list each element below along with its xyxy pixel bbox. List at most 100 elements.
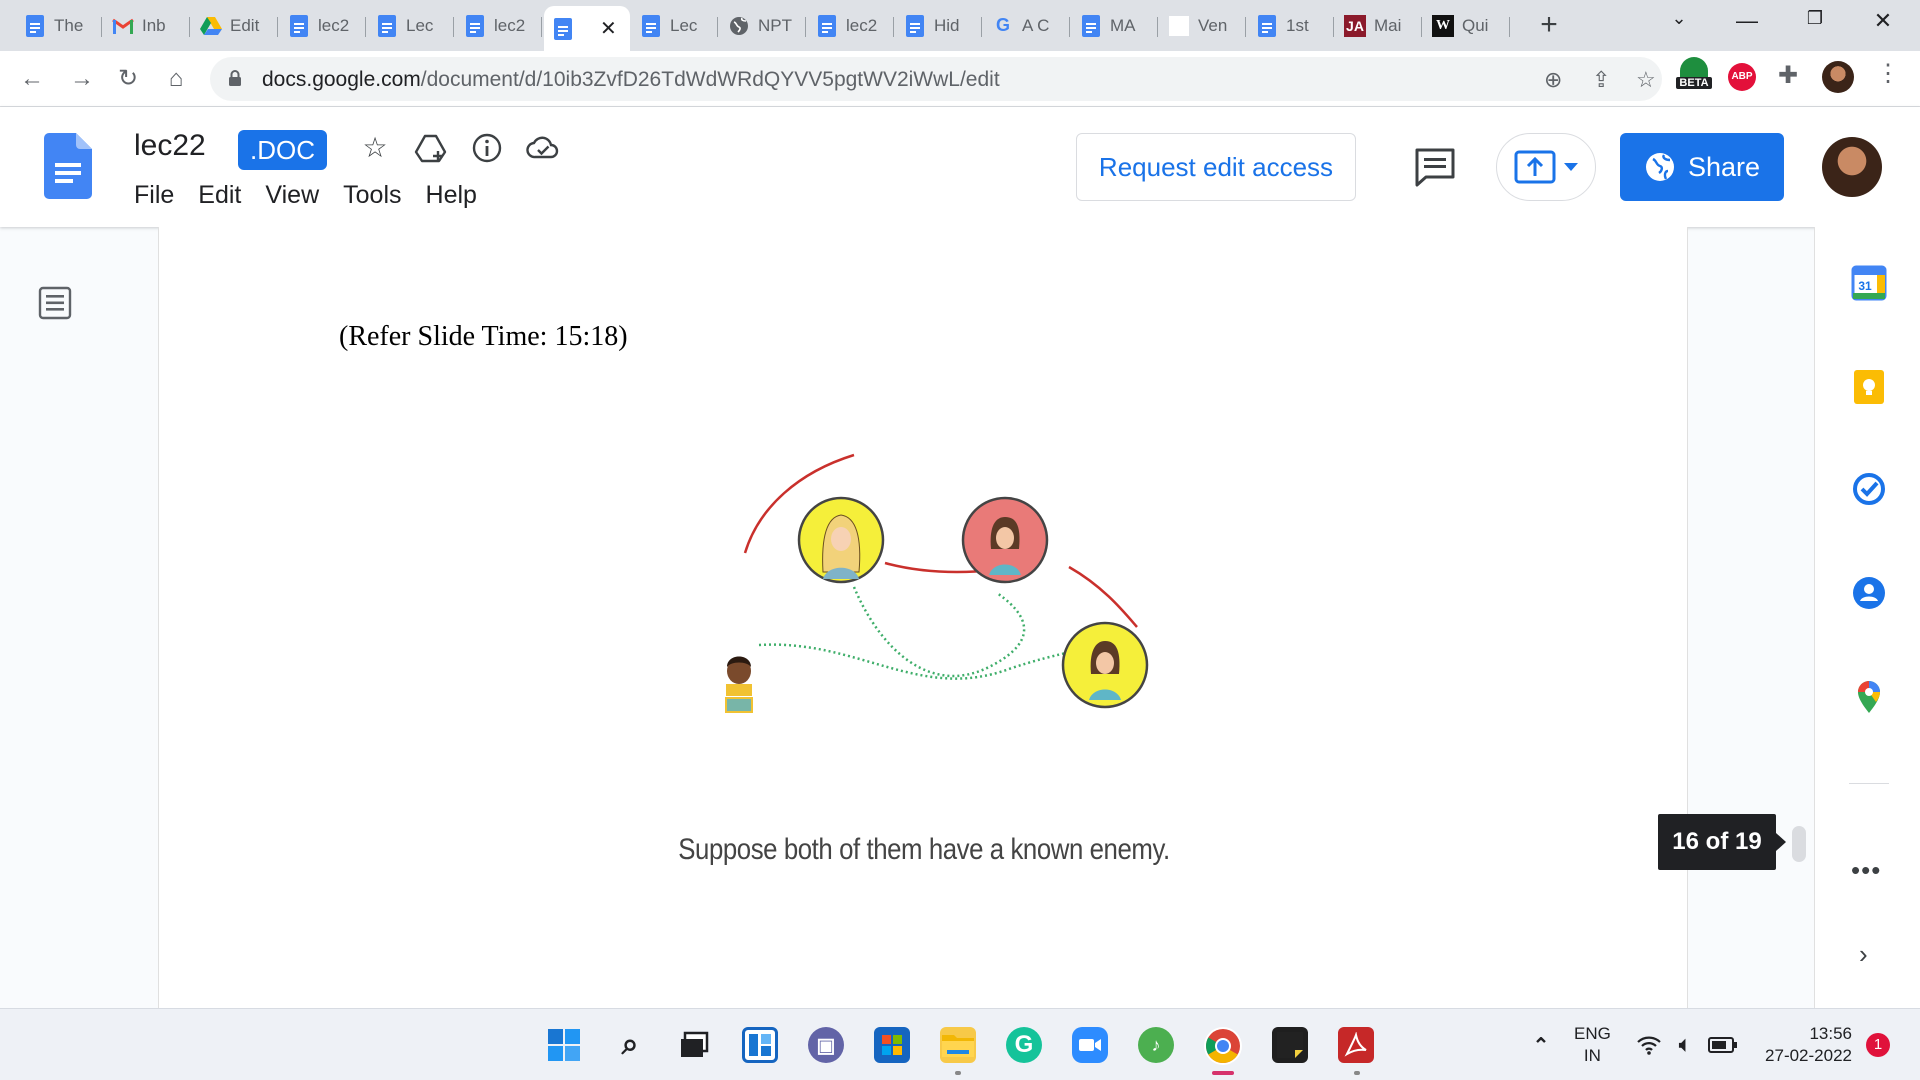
calendar-icon[interactable]: 31 <box>1851 265 1887 301</box>
acrobat-reader-icon[interactable] <box>1338 1027 1374 1063</box>
address-bar[interactable]: docs.google.com/document/d/10ib3ZvfD26Td… <box>210 57 1662 101</box>
keep-icon[interactable] <box>1851 369 1887 405</box>
docs-icon <box>24 14 46 37</box>
browser-tab[interactable]: NPT <box>720 7 806 44</box>
browser-tab[interactable]: lec2 <box>808 7 894 44</box>
close-tab-icon[interactable]: ✕ <box>600 16 617 41</box>
star-icon[interactable]: ☆ <box>358 131 392 165</box>
document-page[interactable]: (Refer Slide Time: 15:18) Suppose both o… <box>158 227 1688 1008</box>
docs-icon <box>464 14 486 37</box>
document-title[interactable]: lec22 <box>134 129 206 163</box>
browser-tab[interactable]: W Qui <box>1424 7 1510 44</box>
globe-icon <box>728 15 750 37</box>
new-tab-button[interactable]: + <box>1534 10 1564 40</box>
tab-separator <box>893 17 894 37</box>
move-to-drive-icon[interactable] <box>414 131 448 165</box>
tab-separator <box>1069 17 1070 37</box>
window-close-icon[interactable]: ✕ <box>1868 8 1898 34</box>
share-button[interactable]: Share <box>1620 133 1784 201</box>
browser-tab[interactable]: JA Mai <box>1336 7 1422 44</box>
zoom-icon[interactable]: ⊕ <box>1544 67 1562 93</box>
person-node-boy <box>725 656 753 713</box>
expand-panel-icon[interactable]: › <box>1859 939 1868 970</box>
maps-icon[interactable] <box>1851 679 1887 715</box>
system-clock[interactable]: 13:56 27-02-2022 <box>1756 1023 1852 1067</box>
tab-search-icon[interactable]: ⌄ <box>1664 8 1694 29</box>
share-page-icon[interactable]: ⇪ <box>1592 67 1610 93</box>
browser-tab[interactable]: ✕ <box>544 6 630 51</box>
present-button[interactable] <box>1496 133 1596 201</box>
browser-tab[interactable]: lec2 <box>280 7 366 44</box>
grammarly-icon[interactable]: G <box>1006 1027 1042 1063</box>
volume-icon[interactable]: 🔈︎ <box>1670 1027 1700 1063</box>
forward-icon[interactable]: → <box>66 63 98 95</box>
url-text: docs.google.com/document/d/10ib3ZvfD26Td… <box>262 68 1000 92</box>
browser-tab[interactable]: lec2 <box>456 7 542 44</box>
profile-avatar[interactable] <box>1822 61 1854 93</box>
adblock-icon[interactable]: ABP <box>1728 63 1756 91</box>
scrollbar-thumb[interactable] <box>1792 826 1806 862</box>
tab-separator <box>453 17 454 37</box>
comment-history-icon[interactable] <box>1414 147 1456 187</box>
file-explorer-icon[interactable] <box>940 1027 976 1063</box>
document-outline-icon[interactable] <box>38 286 72 320</box>
menu-help[interactable]: Help <box>426 181 477 210</box>
browser-tab[interactable]: Lec <box>632 7 718 44</box>
browser-tab[interactable]: Inb <box>104 7 190 44</box>
browser-tab[interactable]: GA C <box>984 7 1070 44</box>
battery-icon[interactable] <box>1706 1027 1740 1063</box>
slide-caption: Suppose both of them have a known enemy. <box>678 833 1170 866</box>
browser-tab[interactable]: Edit <box>192 7 278 44</box>
browser-toolbar: ← → ↻ ⌂ docs.google.com/document/d/10ib3… <box>0 51 1920 107</box>
tab-title: Mai <box>1374 15 1402 35</box>
account-avatar[interactable] <box>1822 137 1882 197</box>
tray-overflow-icon[interactable]: ⌃ <box>1526 1027 1556 1063</box>
menu-view[interactable]: View <box>265 181 319 210</box>
sticky-notes-icon[interactable] <box>1272 1027 1308 1063</box>
tasks-icon[interactable] <box>1851 471 1887 507</box>
back-icon[interactable]: ← <box>16 63 48 95</box>
cloud-saved-icon[interactable] <box>526 131 560 165</box>
browser-tab[interactable]: Hid <box>896 7 982 44</box>
extensions-puzzle-icon[interactable]: ✚ <box>1778 61 1798 90</box>
browser-tab[interactable]: Lec <box>368 7 454 44</box>
teams-chat-icon[interactable]: ▣ <box>808 1027 844 1063</box>
request-edit-access-button[interactable]: Request edit access <box>1076 133 1356 201</box>
zoom-meetings-icon[interactable] <box>1072 1027 1108 1063</box>
search-icon[interactable]: ⌕ <box>612 1027 648 1063</box>
home-icon[interactable]: ⌂ <box>160 63 192 95</box>
menu-edit[interactable]: Edit <box>198 181 241 210</box>
menu-file[interactable]: File <box>134 181 174 210</box>
tab-title: Inb <box>142 15 166 35</box>
bookmark-star-icon[interactable]: ☆ <box>1636 67 1656 93</box>
music-app-icon[interactable]: ♪ <box>1138 1027 1174 1063</box>
tab-separator <box>981 17 982 37</box>
chrome-icon[interactable] <box>1204 1027 1242 1065</box>
browser-tab[interactable]: MA <box>1072 7 1158 44</box>
menu-tools[interactable]: Tools <box>343 181 401 210</box>
person-node-woman-center <box>961 496 1049 584</box>
minimize-icon[interactable]: — <box>1732 8 1762 34</box>
task-view-icon[interactable] <box>676 1027 712 1063</box>
windows-start-icon[interactable] <box>546 1027 582 1063</box>
more-addons-icon[interactable]: ••• <box>1851 855 1881 886</box>
windows-taskbar: ⌕ ▣ G ♪ ⌃ ENG IN 🔈︎ 13:56 27-02-2022 1 <box>0 1008 1920 1080</box>
wifi-icon[interactable] <box>1634 1027 1664 1063</box>
microsoft-store-icon[interactable] <box>874 1027 910 1063</box>
widgets-icon[interactable] <box>742 1027 778 1063</box>
google-docs-logo-icon[interactable] <box>44 133 92 199</box>
share-label: Share <box>1687 151 1761 182</box>
contacts-icon[interactable] <box>1851 575 1887 611</box>
notification-badge[interactable]: 1 <box>1866 1033 1890 1057</box>
restore-icon[interactable]: ❐ <box>1800 8 1830 29</box>
language-indicator[interactable]: ENG IN <box>1574 1023 1611 1067</box>
browser-tab[interactable]: The <box>16 7 102 44</box>
drive-icon <box>200 15 222 37</box>
reload-icon[interactable]: ↻ <box>112 63 144 95</box>
browser-menu-icon[interactable]: ⋮ <box>1876 59 1900 88</box>
browser-tab[interactable]: Ven <box>1160 7 1246 44</box>
tab-title: MA <box>1110 15 1136 35</box>
info-icon[interactable] <box>470 131 504 165</box>
extension-beta-icon[interactable]: BETA <box>1676 57 1712 97</box>
browser-tab[interactable]: 1st <box>1248 7 1334 44</box>
